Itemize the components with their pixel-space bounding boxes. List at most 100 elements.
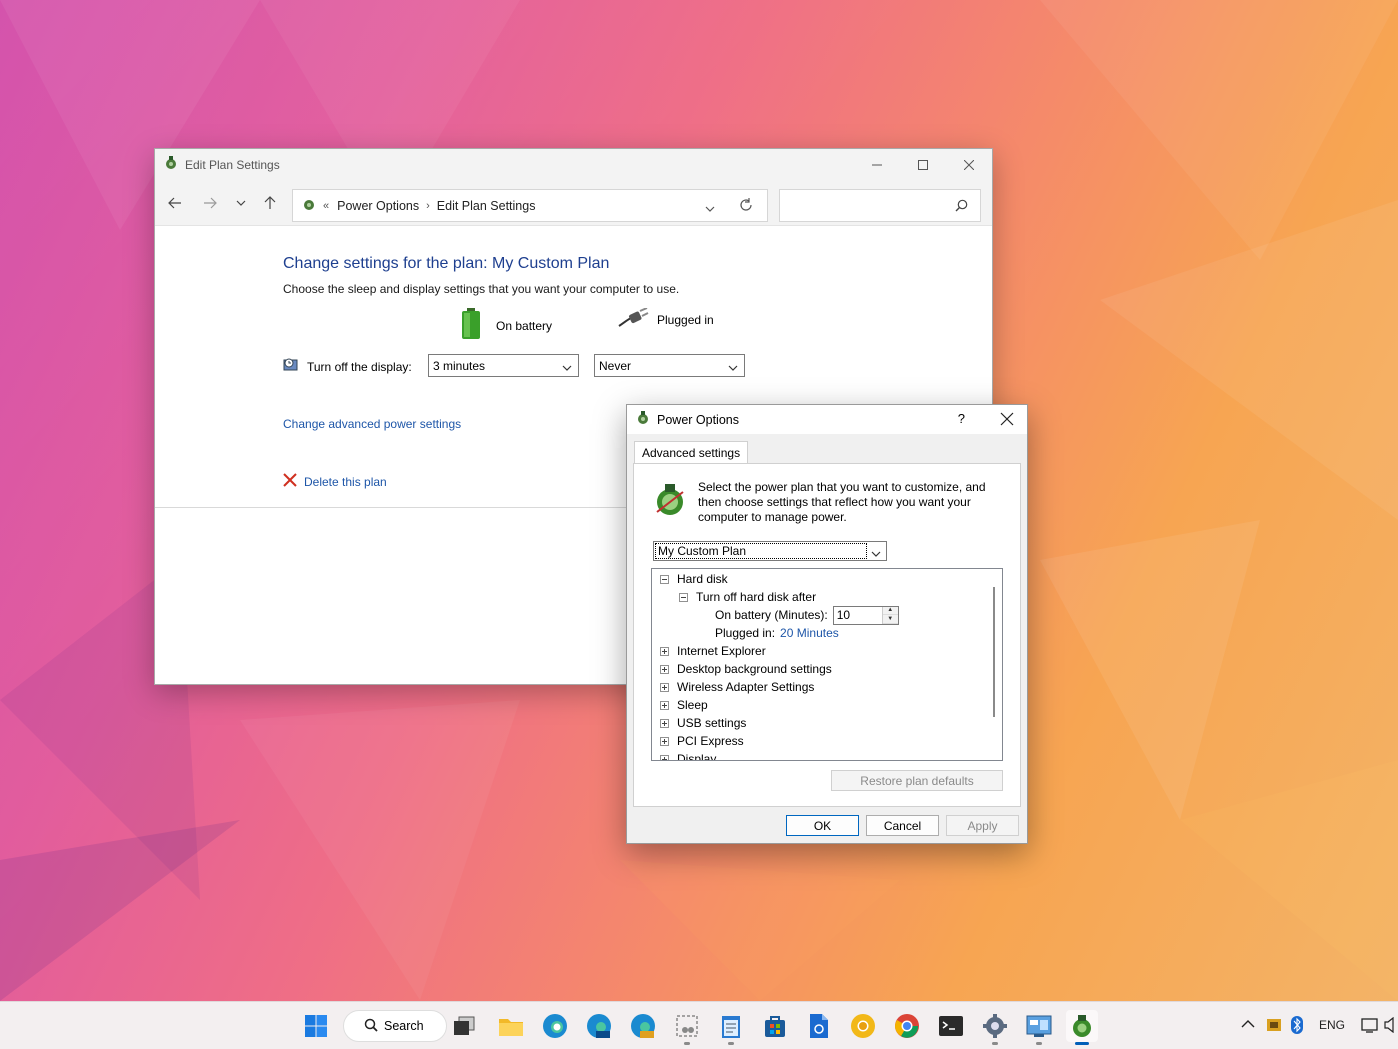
expand-icon[interactable]: [660, 682, 669, 692]
tree-item-desktop-background-settings[interactable]: Desktop background settings: [660, 660, 832, 678]
file-explorer-button[interactable]: [495, 1010, 527, 1042]
chevron-down-icon: [728, 360, 738, 374]
tree-item-pci-express[interactable]: PCI Express: [660, 732, 744, 750]
snipping-tool-button[interactable]: [671, 1010, 703, 1045]
breadcrumb-overflow[interactable]: «: [323, 200, 329, 212]
window-title: Edit Plan Settings: [185, 157, 280, 172]
chrome-canary-button[interactable]: [847, 1010, 879, 1042]
dialog-close-button[interactable]: [997, 409, 1017, 432]
recent-locations-button[interactable]: [230, 192, 252, 214]
arrow-left-icon: [168, 197, 181, 209]
expand-icon[interactable]: [660, 754, 669, 760]
on-battery-column-header: On battery: [460, 308, 552, 343]
search-icon: [364, 1018, 378, 1035]
control-panel-button[interactable]: [1023, 1010, 1055, 1045]
scrollbar-thumb[interactable]: [993, 587, 995, 717]
advanced-settings-panel: Select the power plan that you want to c…: [633, 463, 1021, 807]
settings-button[interactable]: [979, 1010, 1011, 1045]
tree-item-label: Desktop background settings: [677, 662, 832, 676]
breadcrumb-power-options[interactable]: Power Options: [337, 199, 419, 213]
microsoft-store-button[interactable]: [759, 1010, 791, 1042]
display-on-battery-select[interactable]: 3 minutes: [428, 354, 579, 377]
bluetooth-icon[interactable]: [1291, 1016, 1303, 1037]
on-battery-minutes-value[interactable]: 10: [834, 608, 882, 622]
help-button[interactable]: ?: [958, 411, 965, 426]
expand-icon[interactable]: [660, 646, 669, 656]
refresh-button[interactable]: [739, 198, 753, 215]
tree-item-wireless-adapter-settings[interactable]: Wireless Adapter Settings: [660, 678, 814, 696]
power-options-dialog: Power Options ? Advanced settings Select…: [626, 404, 1028, 844]
title-bar: Edit Plan Settings: [155, 149, 992, 180]
restore-plan-defaults-button[interactable]: Restore plan defaults: [831, 770, 1003, 791]
spin-up-icon[interactable]: ▲: [882, 606, 898, 615]
forward-button[interactable]: [199, 192, 221, 214]
display-plugged-in-select[interactable]: Never: [594, 354, 745, 377]
network-icon[interactable]: [1361, 1017, 1379, 1036]
expand-icon[interactable]: [660, 736, 669, 746]
collapse-icon[interactable]: [660, 574, 669, 584]
search-input[interactable]: [779, 189, 981, 222]
show-hidden-icons-button[interactable]: [1241, 1018, 1255, 1032]
address-bar[interactable]: « Power Options › Edit Plan Settings: [292, 189, 768, 222]
edge-icon: [543, 1014, 567, 1038]
volume-icon[interactable]: [1384, 1016, 1398, 1036]
search-label: Search: [384, 1019, 424, 1033]
control-panel-icon: [1026, 1015, 1052, 1037]
power-options-taskbar-button[interactable]: [1066, 1010, 1098, 1045]
breadcrumb-edit-plan-settings[interactable]: Edit Plan Settings: [437, 199, 536, 213]
power-plug-icon: [617, 307, 649, 331]
taskbar-search[interactable]: Search: [343, 1010, 447, 1042]
language-indicator[interactable]: ENG: [1319, 1018, 1345, 1032]
chevron-up-icon: [1241, 1020, 1255, 1028]
maximize-button[interactable]: [900, 149, 946, 180]
minimize-button[interactable]: [854, 149, 900, 180]
tray-app-icon[interactable]: [1266, 1017, 1282, 1036]
tab-advanced-settings[interactable]: Advanced settings: [634, 441, 749, 464]
tree-item-internet-explorer[interactable]: Internet Explorer: [660, 642, 766, 660]
chrome-button[interactable]: [891, 1010, 923, 1042]
breadcrumb-separator[interactable]: ›: [426, 200, 430, 212]
spin-down-icon[interactable]: ▼: [882, 615, 898, 624]
address-history-dropdown[interactable]: [705, 201, 715, 215]
tree-item-hard-disk[interactable]: Hard disk: [660, 570, 728, 588]
close-button[interactable]: [946, 149, 992, 180]
expand-icon[interactable]: [660, 718, 669, 728]
up-button[interactable]: [259, 192, 281, 214]
chevron-down-icon: [871, 546, 881, 560]
tree-item-display[interactable]: Display: [660, 750, 717, 761]
plugged-in-label: Plugged in: [657, 312, 714, 327]
start-button[interactable]: [300, 1010, 332, 1042]
refresh-icon: [740, 198, 752, 211]
tree-item-turn-off-hard-disk-after[interactable]: Turn off hard disk after: [679, 588, 816, 606]
tree-item-usb-settings[interactable]: USB settings: [660, 714, 746, 732]
taskbar: Search ENG: [0, 1001, 1398, 1049]
dialog-title: Power Options: [657, 412, 739, 427]
expand-icon[interactable]: [660, 664, 669, 674]
plugged-in-minutes-value[interactable]: 20 Minutes: [780, 626, 839, 640]
delete-plan-link[interactable]: Delete this plan: [283, 473, 387, 490]
apply-button[interactable]: Apply: [946, 815, 1019, 836]
on-battery-minutes-stepper[interactable]: 10 ▲ ▼: [832, 605, 899, 625]
cancel-button[interactable]: Cancel: [866, 815, 939, 836]
tree-item-label: Display: [677, 752, 717, 761]
plan-select[interactable]: My Custom Plan: [653, 541, 887, 561]
change-advanced-power-settings-link[interactable]: Change advanced power settings: [283, 417, 461, 431]
ok-button[interactable]: OK: [786, 815, 859, 836]
terminal-icon: [939, 1016, 963, 1036]
expand-icon[interactable]: [660, 700, 669, 710]
collapse-icon[interactable]: [679, 592, 688, 602]
back-button[interactable]: [164, 192, 186, 214]
notepad-button[interactable]: [715, 1010, 747, 1045]
store-icon: [765, 1016, 785, 1037]
task-view-button[interactable]: [448, 1010, 480, 1042]
edge-button[interactable]: [539, 1010, 571, 1042]
settings-tree[interactable]: Hard disk Turn off hard disk after On ba…: [651, 568, 1003, 761]
page-title: Change settings for the plan: My Custom …: [283, 255, 610, 272]
edge-beta-button[interactable]: [583, 1010, 615, 1042]
arrow-right-icon: [204, 197, 217, 209]
terminal-button[interactable]: [935, 1010, 967, 1042]
tree-scrollbar[interactable]: [986, 569, 1002, 760]
tree-item-sleep[interactable]: Sleep: [660, 696, 708, 714]
edge-canary-button[interactable]: [627, 1010, 659, 1042]
document-app-button[interactable]: [803, 1010, 835, 1042]
